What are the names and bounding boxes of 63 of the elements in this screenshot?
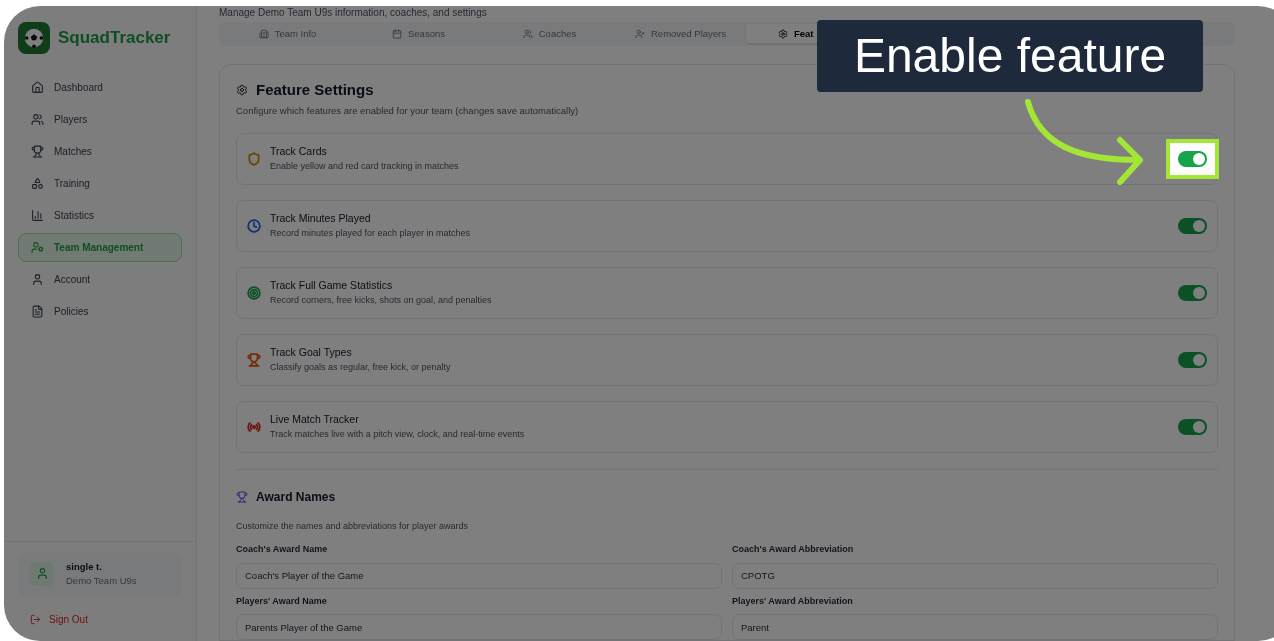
user-icon xyxy=(31,273,44,286)
soccer-ball-logo-icon xyxy=(18,22,50,54)
feature-name: Track Goal Types xyxy=(270,344,353,360)
calendar-icon xyxy=(392,28,402,39)
field-label: Coach's Award Name xyxy=(236,543,329,556)
user-name: single t. xyxy=(66,559,103,574)
input-field[interactable]: Parent xyxy=(732,614,1218,640)
section-title: Feature Settings xyxy=(256,79,374,100)
feature-name: Track Cards xyxy=(270,143,328,159)
section-title: Award Names xyxy=(256,488,336,506)
trophy-icon xyxy=(236,490,248,503)
trophy-icon xyxy=(31,145,44,158)
toggle-switch[interactable] xyxy=(1178,351,1207,368)
building-icon xyxy=(258,28,269,39)
input-field[interactable]: Parents Player of the Game xyxy=(236,614,722,640)
feature-name: Live Match Tracker xyxy=(270,411,360,427)
sidebar-item[interactable]: Matches xyxy=(18,137,182,166)
bar-chart-icon xyxy=(31,209,44,222)
feature-description: Classify goals as regular, free kick, or penalty xyxy=(270,360,452,374)
tab[interactable]: Seasons xyxy=(353,24,484,44)
feature-description: Enable yellow and red card tracking in matches xyxy=(270,159,460,173)
sidebar-item[interactable]: Players xyxy=(18,105,182,134)
feature-name: Track Full Game Statistics xyxy=(270,277,394,293)
field-label: Coach's Award Abbreviation xyxy=(732,543,855,556)
feature-description: Track matches live with a pitch view, clock, and real-time events xyxy=(270,427,526,441)
tab[interactable]: Removed Players xyxy=(615,24,746,44)
feature-description: Record corners, free kicks, shots on goal, and penalties xyxy=(270,293,493,307)
users-icon xyxy=(31,113,44,126)
sign-out-icon xyxy=(30,614,41,625)
sidebar-item[interactable]: Account xyxy=(18,265,182,294)
sidebar-item[interactable]: Team Management xyxy=(18,233,182,262)
toggle-switch[interactable] xyxy=(1178,217,1207,234)
app-name: SquadTracker xyxy=(58,27,171,50)
feature-name: Track Minutes Played xyxy=(270,210,372,226)
section-description: Configure which features are enabled for your team (changes save automatically) xyxy=(236,104,580,119)
user-avatar-icon xyxy=(30,561,54,586)
toggle-switch[interactable] xyxy=(1178,284,1207,301)
users-icon xyxy=(522,28,533,39)
field-label: Players' Award Name xyxy=(236,594,328,608)
tab[interactable]: Team Info xyxy=(222,24,353,44)
sidebar-item[interactable]: Dashboard xyxy=(18,73,182,102)
document-icon xyxy=(31,305,44,318)
shapes-icon xyxy=(31,177,44,190)
user-x-icon xyxy=(635,28,645,39)
settings-icon xyxy=(236,84,248,96)
input-field[interactable]: CPOTG xyxy=(732,562,1218,589)
home-icon xyxy=(31,81,44,94)
tab[interactable]: Coaches xyxy=(484,24,615,44)
input-field[interactable]: Coach's Player of the Game xyxy=(236,562,722,589)
sidebar-item[interactable]: Policies xyxy=(18,297,182,326)
user-gear-icon xyxy=(31,241,44,254)
toggle-switch[interactable] xyxy=(1178,150,1207,167)
callout-label: Enable feature xyxy=(817,20,1203,92)
settings-icon xyxy=(778,28,788,39)
sign-out-link[interactable]: Sign Out xyxy=(18,612,100,627)
sidebar-item[interactable]: Training xyxy=(18,169,182,198)
section-description: Customize the names and abbreviations for player awards xyxy=(236,519,470,533)
field-label: Players' Award Abbreviation xyxy=(732,594,854,608)
sidebar-item[interactable]: Statistics xyxy=(18,201,182,230)
toggle-switch[interactable] xyxy=(1178,418,1207,435)
feature-description: Record minutes played for each player in matches xyxy=(270,226,472,240)
page-subtitle: Manage Demo Team U9s information, coaches, and settings xyxy=(219,6,487,20)
team-name: Demo Team U9s xyxy=(66,573,137,588)
